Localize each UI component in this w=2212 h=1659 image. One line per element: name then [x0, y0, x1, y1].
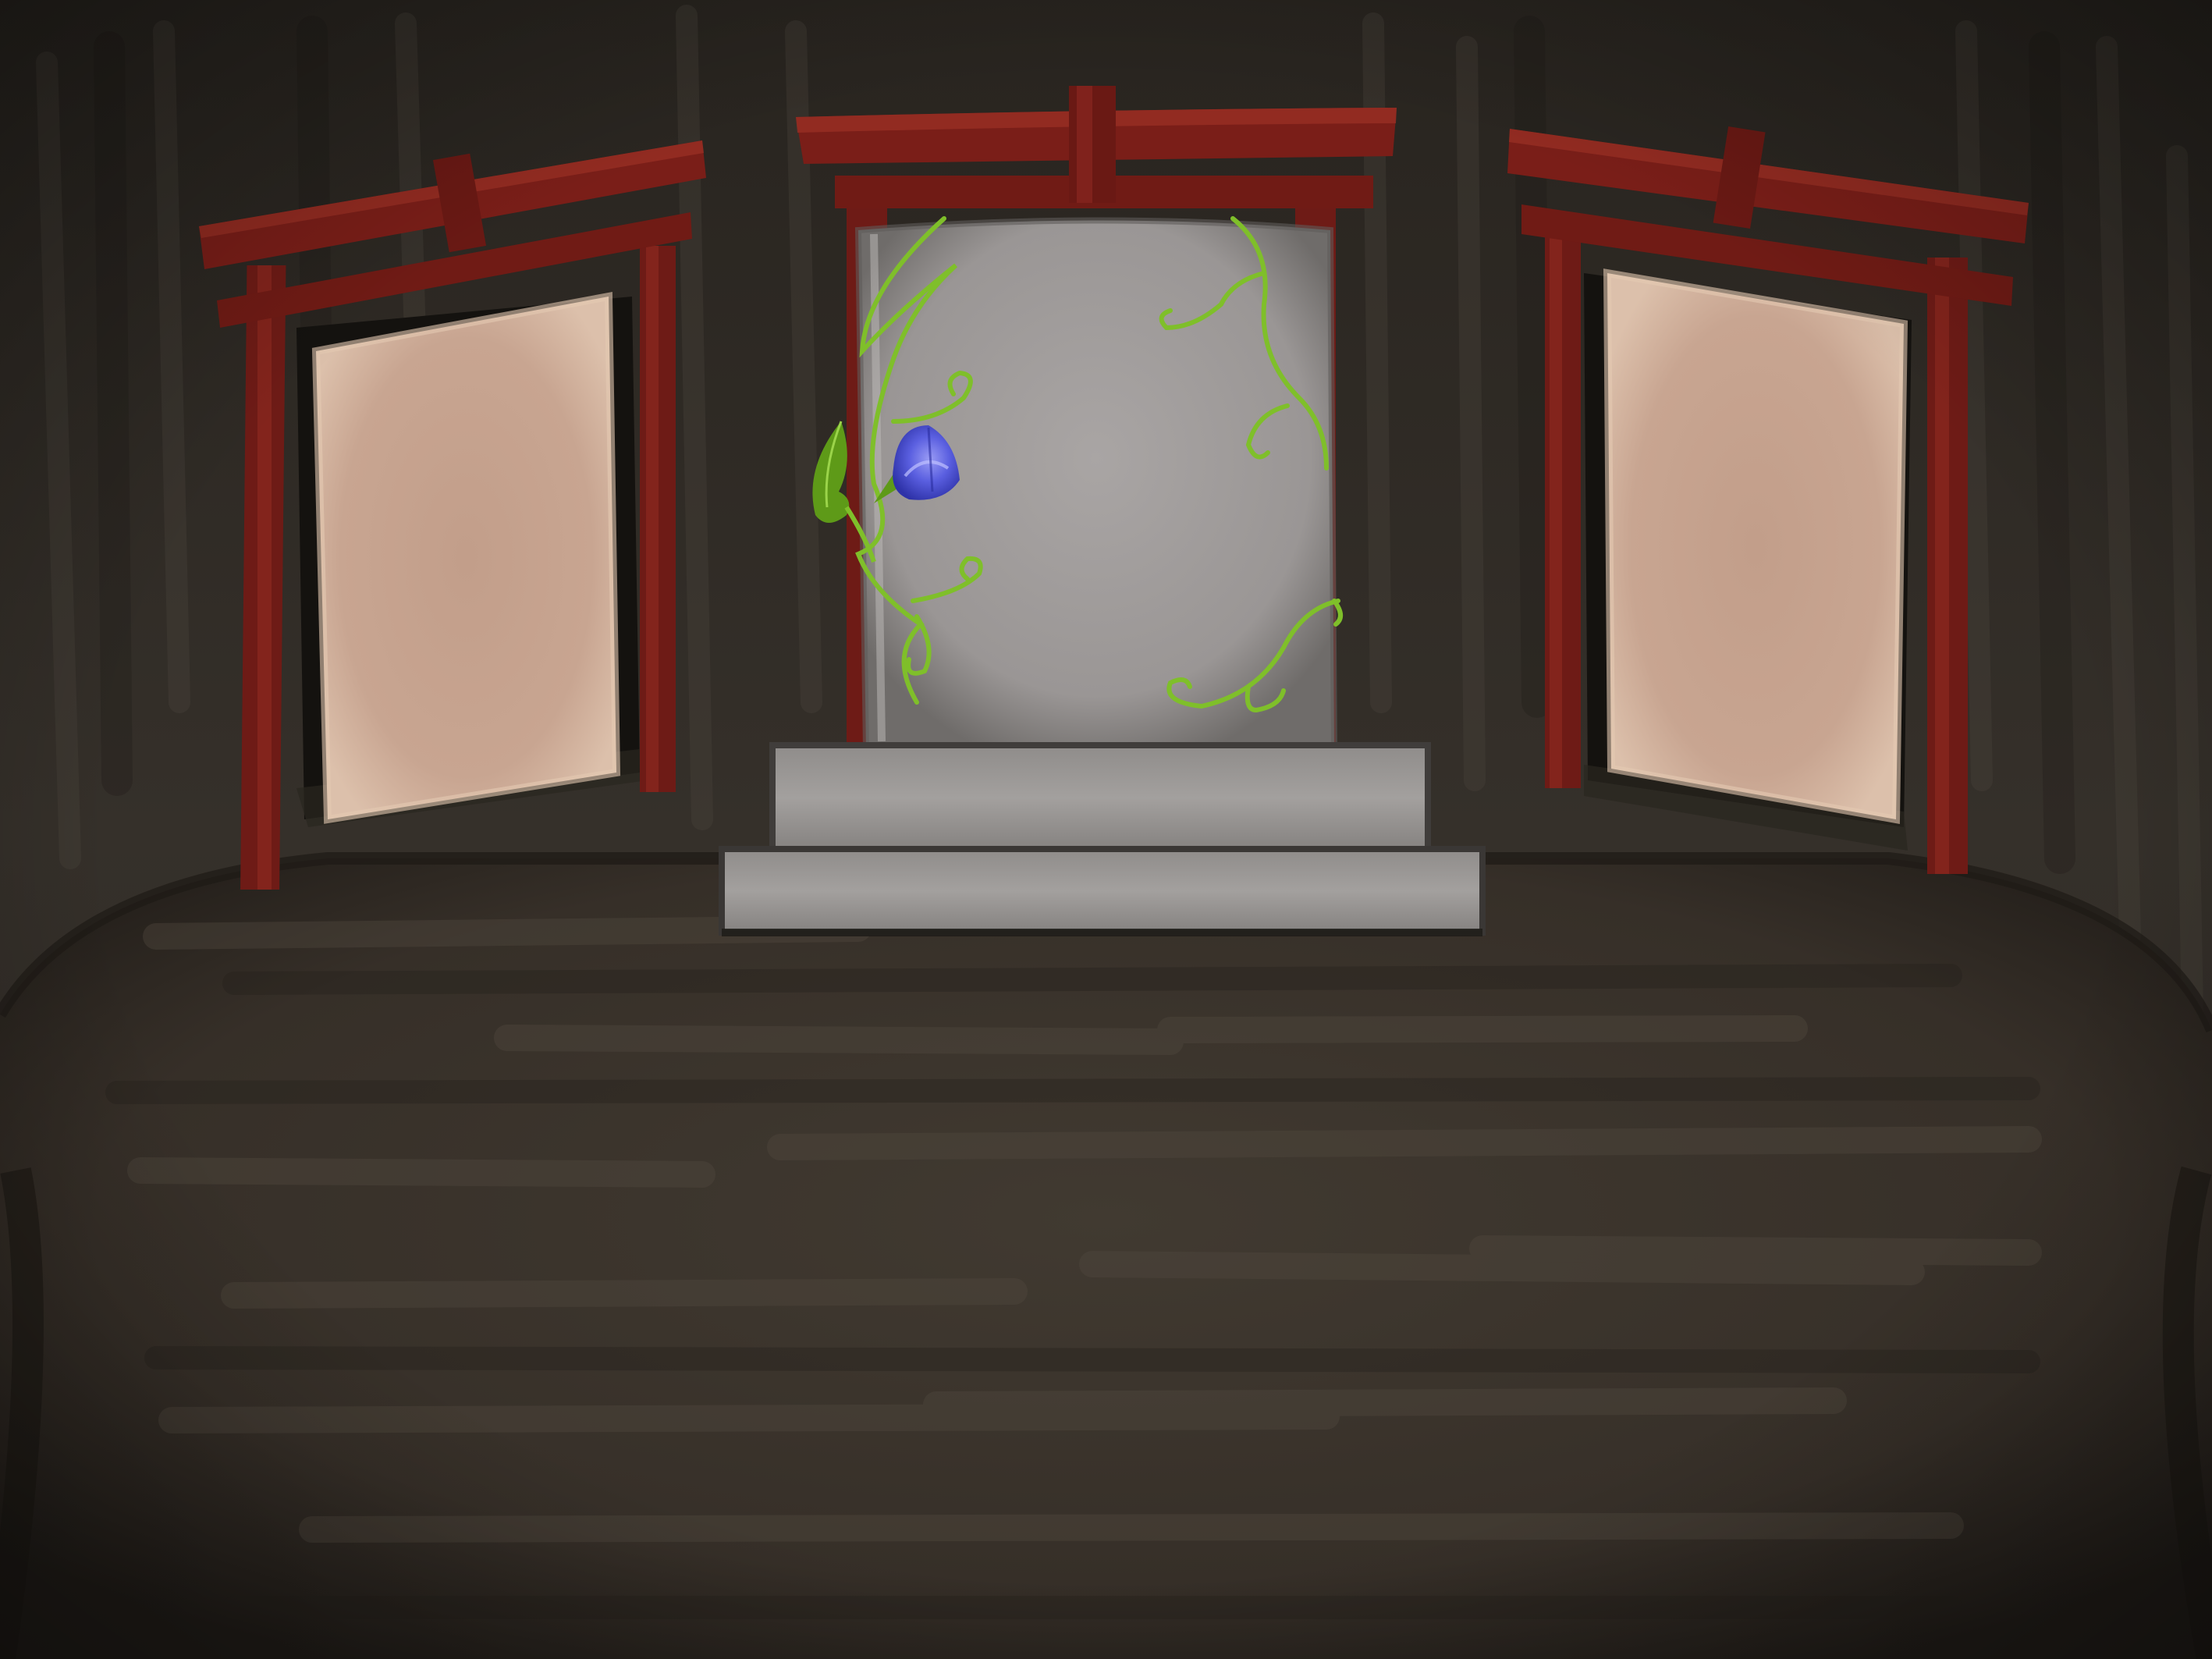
vignette-overlay: [0, 0, 2212, 1659]
shrine-scene: [0, 0, 2212, 1659]
